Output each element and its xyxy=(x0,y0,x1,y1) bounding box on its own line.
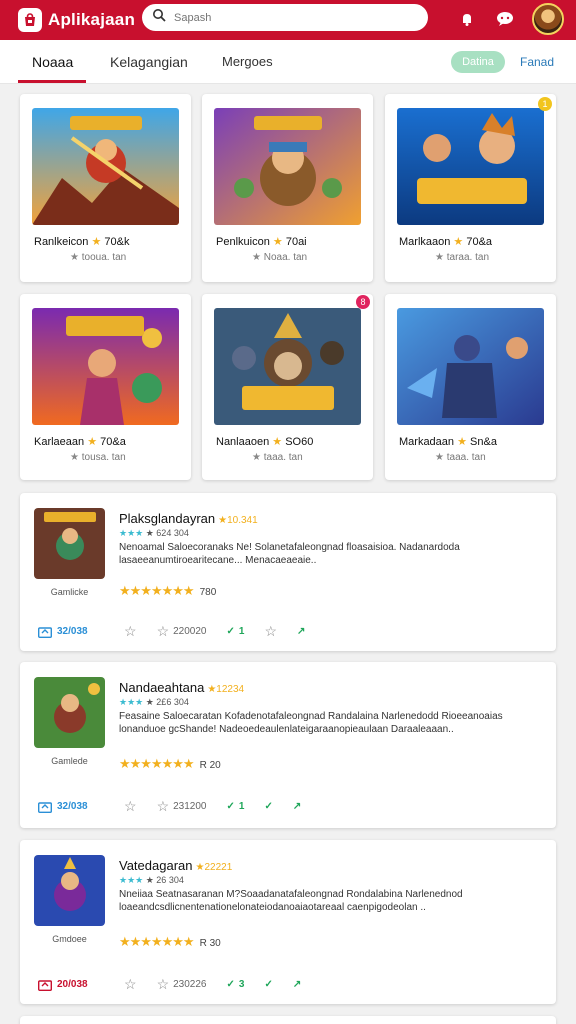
rating-stars: ★★★★★★★ R 30 xyxy=(119,934,221,949)
app-caption: Gamlede xyxy=(51,756,88,766)
game-thumbnail xyxy=(32,308,179,425)
search-icon xyxy=(152,8,166,27)
card-title: Karlaeaan ★ 70&a xyxy=(34,436,126,448)
download-count[interactable]: 20/038 xyxy=(38,979,124,991)
rating-stars: ★★★★★★★ 780 xyxy=(119,583,217,598)
tab-kelagangian[interactable]: Kelagangian xyxy=(110,54,188,70)
filter-pill-button[interactable]: Datina xyxy=(451,51,505,73)
app-name: Plaksglandayran ★10.341 xyxy=(119,511,258,526)
favorite-icon[interactable]: ☆ xyxy=(124,798,137,815)
check-icon[interactable]: ✓ xyxy=(264,979,272,990)
upvote-button[interactable]: ✓ 1 xyxy=(227,801,245,812)
upvote-button[interactable]: ✓ 1 xyxy=(227,626,245,637)
game-thumbnail xyxy=(397,308,544,425)
list-item[interactable]: Gamlicke Plaksglandayran ★10.341 ★★★ ★ 62… xyxy=(20,493,556,651)
card-meta: ★ taraa. tan xyxy=(435,252,490,263)
favorite-icon[interactable]: ☆ xyxy=(124,623,137,640)
upvote-button[interactable]: ✓ 3 xyxy=(227,979,245,990)
card-meta: ★ tousa. tan xyxy=(70,452,126,463)
stat-count: ☆ 220020 xyxy=(156,623,207,639)
game-card[interactable]: 1 Marlkaaon ★ 70&a ★ taraa. tan xyxy=(385,94,556,282)
stat-count: ☆ 231200 xyxy=(156,798,207,814)
app-logo[interactable]: Aplikajaan xyxy=(18,8,135,32)
tab-mergoes[interactable]: Mergoes xyxy=(222,54,273,69)
game-card[interactable]: 8 Nanlaaoen ★ SO60 ★ taaa. tan xyxy=(202,294,373,480)
search-bar[interactable] xyxy=(142,4,428,31)
active-tab-indicator xyxy=(18,80,86,83)
header-actions xyxy=(456,3,564,35)
app-caption: Gamlicke xyxy=(50,587,89,597)
card-title: Marlkaaon ★ 70&a xyxy=(399,236,493,248)
item-footer: 32/038 ☆ ☆ 231200 ✓ 1 ✓ ↗ xyxy=(38,798,321,815)
item-footer: 20/038 ☆ ☆ 230226 ✓ 3 ✓ ↗ xyxy=(38,976,321,993)
list-item[interactable] xyxy=(20,1016,556,1024)
list-item[interactable]: Gmdoee Vatedagaran ★22221 ★★★ ★ 26 304 Nn… xyxy=(20,840,556,1004)
card-title: Ranlkeicon ★ 70&k xyxy=(34,236,130,248)
favorite-icon[interactable]: ☆ xyxy=(124,976,137,993)
app-name: Vatedagaran ★22221 xyxy=(119,858,233,873)
card-meta: ★ taaa. tan xyxy=(435,452,486,463)
app-subtitle: ★★★ ★ 2£6 304 xyxy=(119,697,189,707)
chat-icon[interactable] xyxy=(494,8,516,30)
download-icon xyxy=(38,626,52,638)
app-description: Nenoamal Saloecoranaks Ne! Solanetafaleo… xyxy=(119,542,460,566)
app-icon xyxy=(34,508,105,579)
bookmark-icon[interactable]: ☆ xyxy=(264,623,277,640)
check-icon[interactable]: ✓ xyxy=(264,801,272,812)
game-card[interactable]: Markadaan ★ Sn&a ★ taaa. tan xyxy=(385,294,556,480)
app-icon xyxy=(34,855,105,926)
app-name: Aplikajaan xyxy=(48,10,136,29)
app-description: Nneiiaa Seatnasaranan M?Soaadanatafaleon… xyxy=(119,889,463,913)
app-name: Nandaeahtana ★12234 xyxy=(119,680,245,695)
card-meta: ★ taaa. tan xyxy=(252,452,303,463)
game-thumbnail xyxy=(397,108,544,225)
card-title: Penlkuicon ★ 70ai xyxy=(216,236,307,248)
app-subtitle: ★★★ ★ 624 304 xyxy=(119,528,189,538)
download-count[interactable]: 32/038 xyxy=(38,626,124,638)
card-title: Nanlaaoen ★ SO60 xyxy=(216,436,314,448)
card-meta: ★ tooua. tan xyxy=(70,252,127,263)
app-description: Feasaine Saloecaratan Kofadenotafaleongn… xyxy=(119,711,503,735)
download-icon xyxy=(38,801,52,813)
game-card[interactable]: Karlaeaan ★ 70&a ★ tousa. tan xyxy=(20,294,191,480)
search-input[interactable] xyxy=(174,11,404,24)
download-count[interactable]: 32/038 xyxy=(38,801,124,813)
app-icon xyxy=(34,677,105,748)
header-link[interactable]: Fanad xyxy=(520,55,554,69)
game-thumbnail xyxy=(214,308,361,425)
notification-icon[interactable] xyxy=(456,8,478,30)
item-footer: 32/038 ☆ ☆ 220020 ✓ 1 ☆ ↗ xyxy=(38,623,325,640)
store-icon xyxy=(18,8,42,32)
card-meta: ★ Noaa. tan xyxy=(252,252,308,263)
trend-icon[interactable]: ↗ xyxy=(297,626,305,637)
rating-stars: ★★★★★★★ R 20 xyxy=(119,756,221,771)
trend-icon[interactable]: ↗ xyxy=(293,979,301,990)
card-title: Markadaan ★ Sn&a xyxy=(399,436,497,448)
trend-icon[interactable]: ↗ xyxy=(293,801,301,812)
game-thumbnail xyxy=(32,108,179,225)
stat-count: ☆ 230226 xyxy=(156,976,207,992)
list-item[interactable]: Gamlede Nandaeahtana ★12234 ★★★ ★ 2£6 304… xyxy=(20,662,556,828)
tab-noaaa[interactable]: Noaaa xyxy=(32,54,73,70)
app-subtitle: ★★★ ★ 26 304 xyxy=(119,875,184,885)
notification-badge: 8 xyxy=(356,295,370,309)
app-caption: Gmdoee xyxy=(52,934,87,944)
download-icon xyxy=(38,979,52,991)
game-thumbnail xyxy=(214,108,361,225)
game-card[interactable]: Penlkuicon ★ 70ai ★ Noaa. tan xyxy=(202,94,373,282)
user-avatar[interactable] xyxy=(532,3,564,35)
notification-badge: 1 xyxy=(538,97,552,111)
game-card[interactable]: Ranlkeicon ★ 70&k ★ tooua. tan xyxy=(20,94,191,282)
